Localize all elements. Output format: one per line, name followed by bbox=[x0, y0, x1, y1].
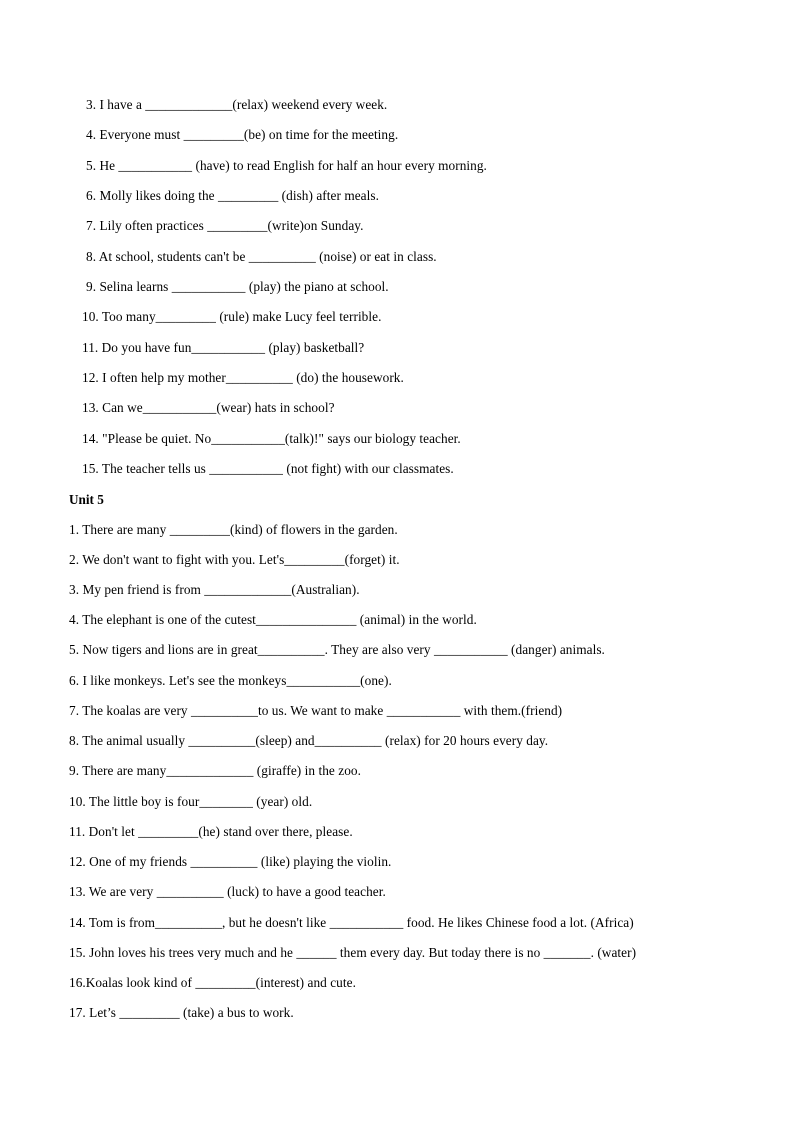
question-line: 17. Let’s _________ (take) a bus to work… bbox=[69, 1005, 294, 1020]
question-line: 9. Selina learns ___________ (play) the … bbox=[86, 279, 389, 294]
question-line: 10. Too many_________ (rule) make Lucy f… bbox=[82, 309, 382, 324]
question-line: 8. At school, students can't be ________… bbox=[86, 249, 437, 264]
question-line: 12. One of my friends __________ (like) … bbox=[69, 854, 392, 869]
question-line: 16.Koalas look kind of _________(interes… bbox=[69, 975, 356, 990]
document-page: 3. I have a _____________(relax) weekend… bbox=[0, 0, 794, 1123]
question-line: 4. The elephant is one of the cutest____… bbox=[69, 612, 477, 627]
question-line: 15. The teacher tells us ___________ (no… bbox=[82, 461, 454, 476]
question-line: 8. The animal usually __________(sleep) … bbox=[69, 733, 549, 748]
question-line: 2. We don't want to fight with you. Let'… bbox=[69, 552, 400, 567]
question-line: 6. I like monkeys. Let's see the monkeys… bbox=[69, 673, 392, 688]
question-line: 11. Don't let _________(he) stand over t… bbox=[69, 824, 353, 839]
question-line: 5. Now tigers and lions are in great____… bbox=[69, 642, 605, 657]
question-line: 12. I often help my mother__________ (do… bbox=[82, 370, 404, 385]
question-line: 13. Can we___________(wear) hats in scho… bbox=[82, 400, 335, 415]
section-heading-unit-5: Unit 5 bbox=[69, 492, 104, 507]
question-line: 5. He ___________ (have) to read English… bbox=[86, 158, 487, 173]
question-line: 7. The koalas are very __________to us. … bbox=[69, 703, 563, 718]
question-line: 4. Everyone must _________(be) on time f… bbox=[86, 127, 399, 142]
question-line: 9. There are many_____________ (giraffe)… bbox=[69, 763, 361, 778]
question-line: 15. John loves his trees very much and h… bbox=[69, 945, 637, 960]
question-line: 13. We are very __________ (luck) to hav… bbox=[69, 884, 386, 899]
question-line: 1. There are many _________(kind) of flo… bbox=[69, 522, 398, 537]
question-line: 3. I have a _____________(relax) weekend… bbox=[86, 97, 388, 112]
question-line: 10. The little boy is four________ (year… bbox=[69, 794, 313, 809]
question-line: 6. Molly likes doing the _________ (dish… bbox=[86, 188, 379, 203]
question-line: 14. Tom is from__________, but he doesn'… bbox=[69, 915, 634, 930]
question-line: 7. Lily often practices _________(write)… bbox=[86, 218, 364, 233]
question-line: 3. My pen friend is from _____________(A… bbox=[69, 582, 360, 597]
question-line: 14. "Please be quiet. No___________(talk… bbox=[82, 431, 461, 446]
question-line: 11. Do you have fun___________ (play) ba… bbox=[82, 340, 365, 355]
